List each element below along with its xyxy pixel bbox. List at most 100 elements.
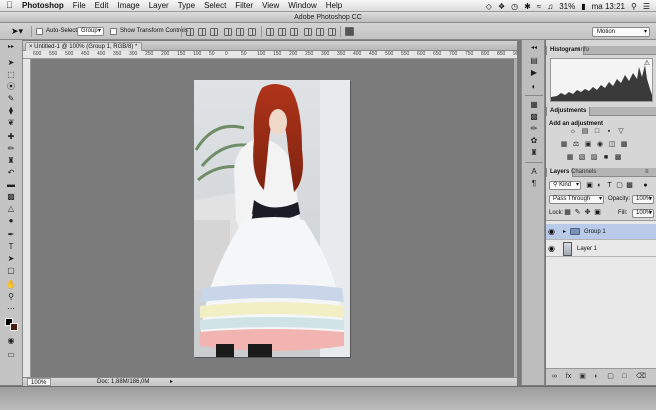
notification-center-icon[interactable]: ☰: [643, 2, 650, 11]
align-right-icon[interactable]: [248, 28, 256, 36]
timemachine-icon[interactable]: ◷: [511, 2, 518, 11]
menu-help[interactable]: Help: [326, 1, 342, 10]
distribute-right-icon[interactable]: [328, 28, 336, 36]
dock-collapse-icon[interactable]: ◂◂: [528, 43, 540, 53]
workspace-switcher[interactable]: Motion: [592, 27, 650, 37]
path-selection-tool-icon[interactable]: ➤: [4, 254, 18, 263]
posterize-icon[interactable]: ▧: [578, 154, 586, 161]
ruler-vertical[interactable]: [23, 59, 31, 377]
color-balance-icon[interactable]: ⚖: [572, 141, 580, 148]
volume-icon[interactable]: ♫: [547, 2, 553, 11]
panel-menu-icon[interactable]: ≡: [642, 168, 652, 177]
show-transform-checkbox[interactable]: [110, 28, 117, 35]
menu-filter[interactable]: Filter: [235, 1, 253, 10]
expand-arrow-icon[interactable]: ▸: [563, 228, 566, 236]
apple-icon[interactable]: : [6, 1, 16, 10]
gradient-tool-icon[interactable]: ▩: [4, 192, 18, 201]
crop-tool-icon[interactable]: ⧫: [4, 106, 18, 115]
shape-tool-icon[interactable]: ▢: [4, 266, 18, 275]
search-icon[interactable]: ⚲: [631, 2, 637, 11]
vibrance-icon[interactable]: ▽: [617, 128, 625, 135]
color-panel-icon[interactable]: ◐: [528, 82, 540, 92]
new-group-icon[interactable]: ▢: [606, 373, 615, 381]
canvas-scrollbar[interactable]: [514, 59, 517, 377]
menu-select[interactable]: Select: [204, 1, 226, 10]
zoom-level-field[interactable]: 100%: [27, 378, 51, 386]
black-white-icon[interactable]: ▣: [584, 141, 592, 148]
add-mask-icon[interactable]: ▣: [578, 373, 587, 381]
filter-pixel-icon[interactable]: ▣: [586, 182, 593, 189]
hand-tool-icon[interactable]: ✋: [4, 280, 18, 289]
visibility-eye-icon[interactable]: ◉: [548, 228, 558, 236]
align-bottom-icon[interactable]: [210, 28, 218, 36]
tab-info[interactable]: Info: [576, 46, 592, 55]
evernote-icon[interactable]: ◇: [486, 2, 492, 11]
distribute-hcenter-icon[interactable]: [316, 28, 324, 36]
layer-name[interactable]: Group 1: [584, 228, 606, 236]
visibility-eye-icon[interactable]: ◉: [548, 245, 558, 253]
battery-icon[interactable]: ▮: [581, 2, 585, 11]
new-adjustment-icon[interactable]: ◐: [592, 373, 601, 381]
zoom-tool-icon[interactable]: ⚲: [4, 292, 18, 301]
new-layer-icon[interactable]: □: [620, 373, 629, 381]
eraser-tool-icon[interactable]: ▬: [4, 180, 18, 189]
auto-align-layers-icon[interactable]: [345, 27, 354, 36]
align-vcenter-icon[interactable]: [198, 28, 206, 36]
opacity-field[interactable]: 100%: [632, 195, 654, 204]
background-color-swatch[interactable]: [10, 323, 18, 331]
move-tool-icon[interactable]: ➤: [4, 58, 18, 67]
history-panel-icon[interactable]: ▤: [528, 56, 540, 66]
history-brush-tool-icon[interactable]: ↶: [4, 168, 18, 177]
filter-toggle-icon[interactable]: ●: [642, 182, 649, 189]
menu-image[interactable]: Image: [117, 1, 139, 10]
link-layers-icon[interactable]: ∞: [550, 373, 559, 381]
lock-all-icon[interactable]: ▣: [594, 209, 601, 216]
screen-mode-icon[interactable]: ▭: [4, 350, 18, 359]
brightness-icon[interactable]: ☼: [569, 128, 577, 135]
more-tools-icon[interactable]: ⋯: [4, 304, 18, 313]
clone-source-icon[interactable]: ♜: [528, 148, 540, 158]
menu-file[interactable]: File: [73, 1, 86, 10]
layer-row-layer-1[interactable]: ◉ Layer 1: [546, 241, 656, 257]
menu-layer[interactable]: Layer: [149, 1, 169, 10]
invert-icon[interactable]: ▦: [566, 154, 574, 161]
character-panel-icon[interactable]: A: [528, 167, 540, 177]
pen-tool-icon[interactable]: ✒: [4, 230, 18, 239]
toolbar-collapse-icon[interactable]: ▸▸: [4, 43, 18, 52]
fill-field[interactable]: 100%: [632, 209, 654, 218]
align-hcenter-icon[interactable]: [236, 28, 244, 36]
app-menu-photoshop[interactable]: Photoshop: [22, 1, 64, 10]
document-tab[interactable]: × Untitled-1 @ 100% (Group 1, RGB/8) *: [25, 42, 143, 51]
menu-type[interactable]: Type: [178, 1, 195, 10]
lock-transparent-icon[interactable]: ▦: [564, 209, 571, 216]
distribute-vcenter-icon[interactable]: [278, 28, 286, 36]
menu-window[interactable]: Window: [288, 1, 316, 10]
eyedropper-tool-icon[interactable]: ❦: [4, 118, 18, 127]
battery-percent[interactable]: 31%: [559, 2, 575, 11]
threshold-icon[interactable]: ▨: [590, 154, 598, 161]
menu-edit[interactable]: Edit: [95, 1, 109, 10]
layer-name[interactable]: Layer 1: [577, 245, 597, 253]
auto-select-dropdown[interactable]: Group: [77, 27, 104, 36]
photo-filter-icon[interactable]: ◉: [596, 141, 604, 148]
lock-pixels-icon[interactable]: ✎: [574, 209, 581, 216]
lasso-tool-icon[interactable]: ⦿: [4, 82, 18, 91]
levels-icon[interactable]: ▤: [581, 128, 589, 135]
distribute-bottom-icon[interactable]: [290, 28, 298, 36]
styles-panel-icon[interactable]: ▩: [528, 112, 540, 122]
layer-filter-kind-dropdown[interactable]: ⚲ Kind: [549, 181, 581, 190]
layer-row-group-1[interactable]: ◉ ▸ Group 1: [546, 224, 656, 240]
warning-icon[interactable]: ⚠: [644, 60, 650, 67]
brush-tool-icon[interactable]: ✏: [4, 144, 18, 153]
paragraph-panel-icon[interactable]: ¶: [528, 179, 540, 189]
type-tool-icon[interactable]: T: [4, 242, 18, 251]
status-menu-arrow-icon[interactable]: ▸: [170, 378, 173, 386]
curves-icon[interactable]: □: [593, 128, 601, 135]
ruler-horizontal[interactable]: 600 550 500 450 400 350 300 250 200 150 100 50 0 50 10…: [23, 51, 517, 59]
bluetooth-icon[interactable]: ✱: [524, 2, 531, 11]
healing-brush-tool-icon[interactable]: ✚: [4, 132, 18, 141]
tab-adjustments[interactable]: Adjustments: [546, 107, 591, 116]
hue-saturation-icon[interactable]: ▦: [560, 141, 568, 148]
dropbox-icon[interactable]: ❖: [498, 2, 505, 11]
quick-mask-icon[interactable]: ◉: [4, 336, 18, 345]
